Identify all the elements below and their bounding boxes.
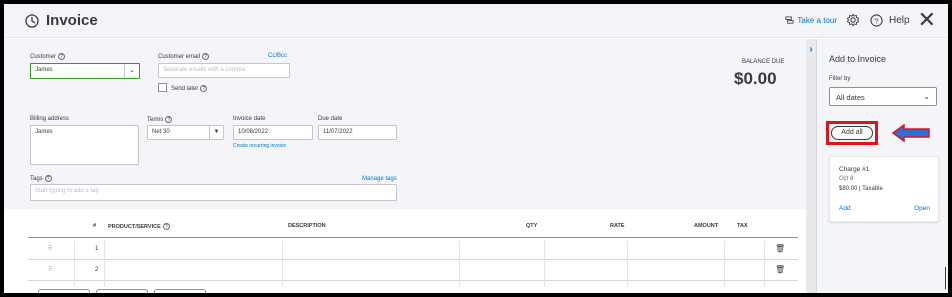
help-icon: ?: [869, 12, 885, 28]
panel-collapse-strip[interactable]: [806, 39, 816, 293]
invoice-window: Invoice Take a tour ? Help ✕ Customer ? …: [4, 4, 948, 293]
customer-email-input[interactable]: Separate emails with a comma: [158, 63, 290, 78]
take-tour-label: Take a tour: [797, 15, 837, 25]
invoice-date-label: Invoice date: [233, 116, 266, 122]
row-number: 2: [95, 267, 99, 273]
column-divider: [74, 241, 75, 287]
product-help-icon[interactable]: ?: [162, 223, 170, 230]
svg-text:?: ?: [875, 16, 879, 25]
charge-add-link[interactable]: Add: [839, 205, 851, 212]
column-header-amount: AMOUNT: [694, 223, 719, 229]
page-title: Invoice: [46, 12, 98, 29]
signpost-icon: [785, 15, 794, 24]
column-divider: [724, 241, 725, 287]
chevron-right-icon[interactable]: ›: [806, 44, 816, 56]
header-divider: [28, 237, 798, 238]
drag-handle-icon[interactable]: ⠿: [48, 266, 52, 273]
history-icon[interactable]: [24, 13, 40, 29]
row-number: 1: [95, 246, 99, 252]
date-filter-value: All dates: [836, 93, 865, 102]
customer-help-icon[interactable]: ?: [58, 53, 66, 60]
invoice-date-input[interactable]: 10/08/2022: [233, 125, 313, 140]
line-items-table: # PRODUCT/SERVICE? DESCRIPTION QTY RATE …: [4, 209, 806, 293]
customer-value: James: [35, 67, 53, 73]
chevron-down-icon[interactable]: ⌄: [124, 64, 139, 78]
billing-address-field[interactable]: James: [30, 125, 139, 165]
send-later-help-icon[interactable]: ?: [200, 85, 208, 92]
column-header-product: PRODUCT/SERVICE?: [108, 223, 170, 230]
manage-tags-link[interactable]: Manage tags: [362, 176, 397, 182]
email-help-icon[interactable]: ?: [202, 53, 210, 60]
balance-due-label: BALANCE DUE: [742, 59, 785, 65]
trash-icon[interactable]: 🗑: [775, 244, 785, 253]
due-date-label: Due date: [318, 116, 343, 122]
charge-open-link[interactable]: Open: [914, 205, 930, 212]
due-date-input[interactable]: 11/07/2022: [318, 125, 397, 140]
charge-title: Charge #1: [839, 166, 870, 173]
column-divider: [459, 241, 460, 287]
add-to-invoice-panel: Add to Invoice Filter by All dates ⌄ Add…: [816, 39, 948, 293]
terms-value: Net 30: [152, 129, 170, 135]
pointer-arrow-icon: [891, 124, 930, 142]
highlight-box: Add all: [826, 121, 878, 145]
charge-date: Oct 8: [839, 176, 854, 182]
billing-address-label: Billing address: [30, 116, 70, 122]
chevron-down-icon: ⌄: [923, 92, 930, 101]
cc-bcc-link[interactable]: Cc/Bcc: [268, 53, 287, 59]
column-divider: [764, 241, 765, 287]
tags-help-icon[interactable]: ?: [44, 175, 52, 182]
charge-card: Charge #1 Oct 8 $80.00 | Taxable Add Ope…: [829, 156, 939, 222]
column-divider: [627, 241, 628, 287]
date-filter-select[interactable]: All dates ⌄: [829, 87, 937, 106]
send-later-label: Send later?: [171, 85, 208, 92]
customer-select[interactable]: James ⌄: [30, 63, 140, 79]
terms-select[interactable]: Net 30 ▼: [147, 125, 224, 140]
balance-due-value: $0.00: [734, 69, 777, 88]
column-header-rate: RATE: [610, 223, 625, 229]
create-recurring-link[interactable]: Create recurring invoice: [233, 143, 286, 149]
cursor-line: [945, 267, 946, 289]
row-divider: [28, 259, 798, 260]
drag-handle-icon[interactable]: ⠿: [48, 245, 52, 252]
column-divider: [544, 241, 545, 287]
customer-label: Customer?: [30, 53, 66, 60]
column-header-qty: QTY: [526, 223, 538, 229]
dropdown-triangle-icon[interactable]: ▼: [209, 126, 223, 139]
invoice-form: Customer? James ⌄ Customer email? Cc/Bcc…: [4, 39, 806, 209]
gear-icon[interactable]: [845, 12, 861, 28]
send-later-checkbox[interactable]: [158, 83, 167, 92]
help-label: Help: [888, 14, 910, 26]
add-subtotal-button[interactable]: [154, 289, 206, 293]
take-tour-link[interactable]: Take a tour: [785, 16, 837, 25]
terms-help-icon[interactable]: ?: [165, 116, 173, 123]
customer-email-label: Customer email?: [158, 53, 210, 60]
close-icon[interactable]: ✕: [918, 9, 936, 31]
help-button[interactable]: ? Help: [869, 12, 910, 28]
column-header-tax: TAX: [737, 223, 748, 229]
column-divider: [104, 241, 105, 287]
trash-icon[interactable]: 🗑: [775, 265, 785, 274]
column-header-num: #: [93, 223, 97, 229]
column-divider: [282, 241, 283, 287]
panel-title: Add to Invoice: [829, 54, 887, 64]
add-lines-button[interactable]: [38, 289, 90, 293]
tags-label: Tags?: [30, 175, 52, 182]
tags-input[interactable]: Start typing to add a tag: [30, 184, 397, 201]
terms-label: Terms?: [147, 116, 173, 123]
add-all-button[interactable]: Add all: [831, 126, 873, 140]
clear-lines-button[interactable]: [96, 289, 148, 293]
column-header-description: DESCRIPTION: [288, 223, 326, 229]
charge-amount: $80.00 | Taxable: [839, 186, 883, 192]
filter-by-label: Filter by: [829, 76, 851, 82]
row-divider: [28, 280, 798, 281]
invoice-header: Invoice Take a tour ? Help ✕: [4, 4, 948, 38]
